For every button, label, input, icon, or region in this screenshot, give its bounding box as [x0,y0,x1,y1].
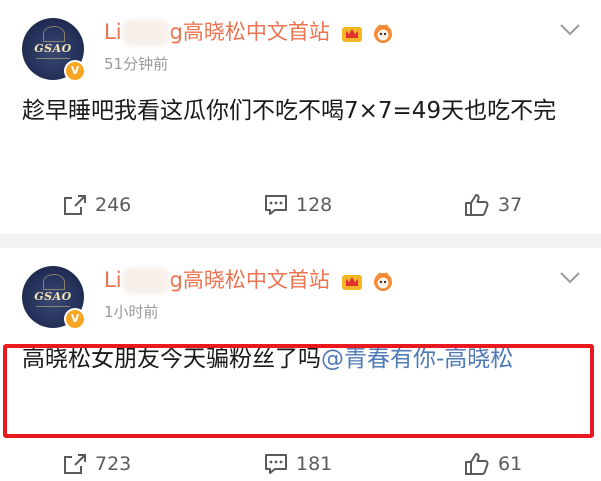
username[interactable]: Li g高晓松中文首站 [104,265,395,295]
avatar-logo-text: GSAO [34,290,72,303]
comment-button[interactable]: 128 [264,190,332,220]
weibo-post: GSAO V Li g高晓松中文首站 1小时前 高晓松女朋友今天骗粉丝了吗@青春有… [0,248,601,481]
chevron-down-icon[interactable] [559,22,581,38]
like-button[interactable]: 37 [464,190,522,220]
weibo-post: GSAO V Li g高晓松中文首站 51分钟前 趁早睡吧我看这瓜你们不吃不喝7×… [0,0,601,234]
like-count: 37 [498,194,523,216]
like-button[interactable]: 61 [464,449,522,479]
username-prefix: Li [104,20,122,44]
repost-count: 246 [95,194,132,216]
repost-count: 723 [95,453,132,475]
crown-icon[interactable] [341,271,363,291]
comment-icon [265,195,287,215]
avatar-decoration [43,26,65,42]
repost-icon [64,195,86,215]
post-separator [0,234,601,248]
verified-badge-icon: V [64,60,86,82]
blurred-username-segment [122,268,169,294]
repost-button[interactable]: 246 [63,190,131,220]
mascot-icon[interactable] [371,270,395,292]
mascot-icon[interactable] [371,22,395,44]
like-icon [465,194,489,216]
timestamp: 1小时前 [104,303,159,321]
like-icon [465,453,489,475]
username-prefix: Li [104,268,122,292]
action-bar: 246 128 37 [0,190,601,220]
avatar-decoration [43,274,65,290]
like-count: 61 [498,453,523,475]
avatar-logo-text: GSAO [34,42,72,55]
action-bar: 723 181 61 [0,449,601,479]
repost-icon [64,454,86,474]
comment-count: 181 [296,453,333,475]
chevron-down-icon[interactable] [559,270,581,286]
post-content: 趁早睡吧我看这瓜你们不吃不喝7×7=49天也吃不完 [22,98,557,124]
avatar-decoration-line [36,306,70,307]
blurred-username-segment [122,20,169,46]
highlight-annotation-box [3,344,594,438]
avatar-decoration-line [36,58,70,59]
comment-icon [265,454,287,474]
comment-count: 128 [296,194,333,216]
username[interactable]: Li g高晓松中文首站 [104,17,395,47]
timestamp: 51分钟前 [104,55,169,73]
repost-button[interactable]: 723 [63,449,131,479]
username-suffix: g高晓松中文首站 [169,20,330,44]
crown-icon[interactable] [341,23,363,43]
comment-button[interactable]: 181 [264,449,332,479]
verified-badge-icon: V [64,308,86,330]
username-suffix: g高晓松中文首站 [169,268,330,292]
